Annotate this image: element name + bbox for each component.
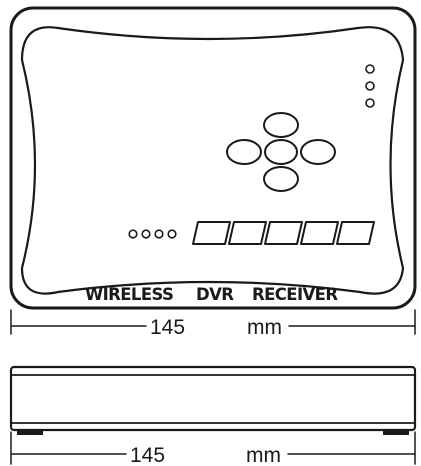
status-led-3 <box>365 98 375 108</box>
center-button <box>264 139 298 165</box>
function-button-1 <box>192 221 231 245</box>
side-width-dimension <box>10 431 416 465</box>
left-foot <box>17 430 43 435</box>
indicator-leds <box>128 229 177 239</box>
status-led-2 <box>365 81 375 91</box>
label-brand: WIRELESS <box>85 285 173 304</box>
function-button-2 <box>228 221 267 245</box>
down-button <box>263 166 299 192</box>
indicator-led-2 <box>141 229 151 239</box>
function-buttons <box>192 221 375 245</box>
status-led-1 <box>365 64 375 74</box>
top-dimension-value: 145 <box>150 316 185 339</box>
right-foot <box>383 430 409 435</box>
side-dimension-unit: mm <box>246 444 281 466</box>
function-button-4 <box>300 221 339 245</box>
side-dimension-value: 145 <box>130 444 165 466</box>
direction-keypad <box>226 112 336 192</box>
dvr-receiver-drawing: WIRELESS DVR RECEIVER 145 mm 145 mm <box>9 6 417 466</box>
indicator-led-1 <box>128 229 138 239</box>
indicator-led-3 <box>154 229 164 239</box>
right-button <box>300 139 336 165</box>
function-button-3 <box>264 221 303 245</box>
function-button-5 <box>336 221 375 245</box>
side-view <box>9 365 417 465</box>
top-dimension-unit: mm <box>247 316 282 339</box>
top-width-dimension <box>10 309 416 335</box>
up-button <box>263 112 299 138</box>
indicator-led-4 <box>167 229 177 239</box>
label-product: DVR <box>196 285 234 304</box>
side-housing <box>9 365 417 432</box>
inner-panel <box>20 26 405 295</box>
outer-housing <box>9 6 417 310</box>
label-type: RECEIVER <box>252 285 338 304</box>
left-button <box>226 139 262 165</box>
device-label: WIRELESS DVR RECEIVER <box>85 285 339 304</box>
status-leds <box>365 64 375 108</box>
